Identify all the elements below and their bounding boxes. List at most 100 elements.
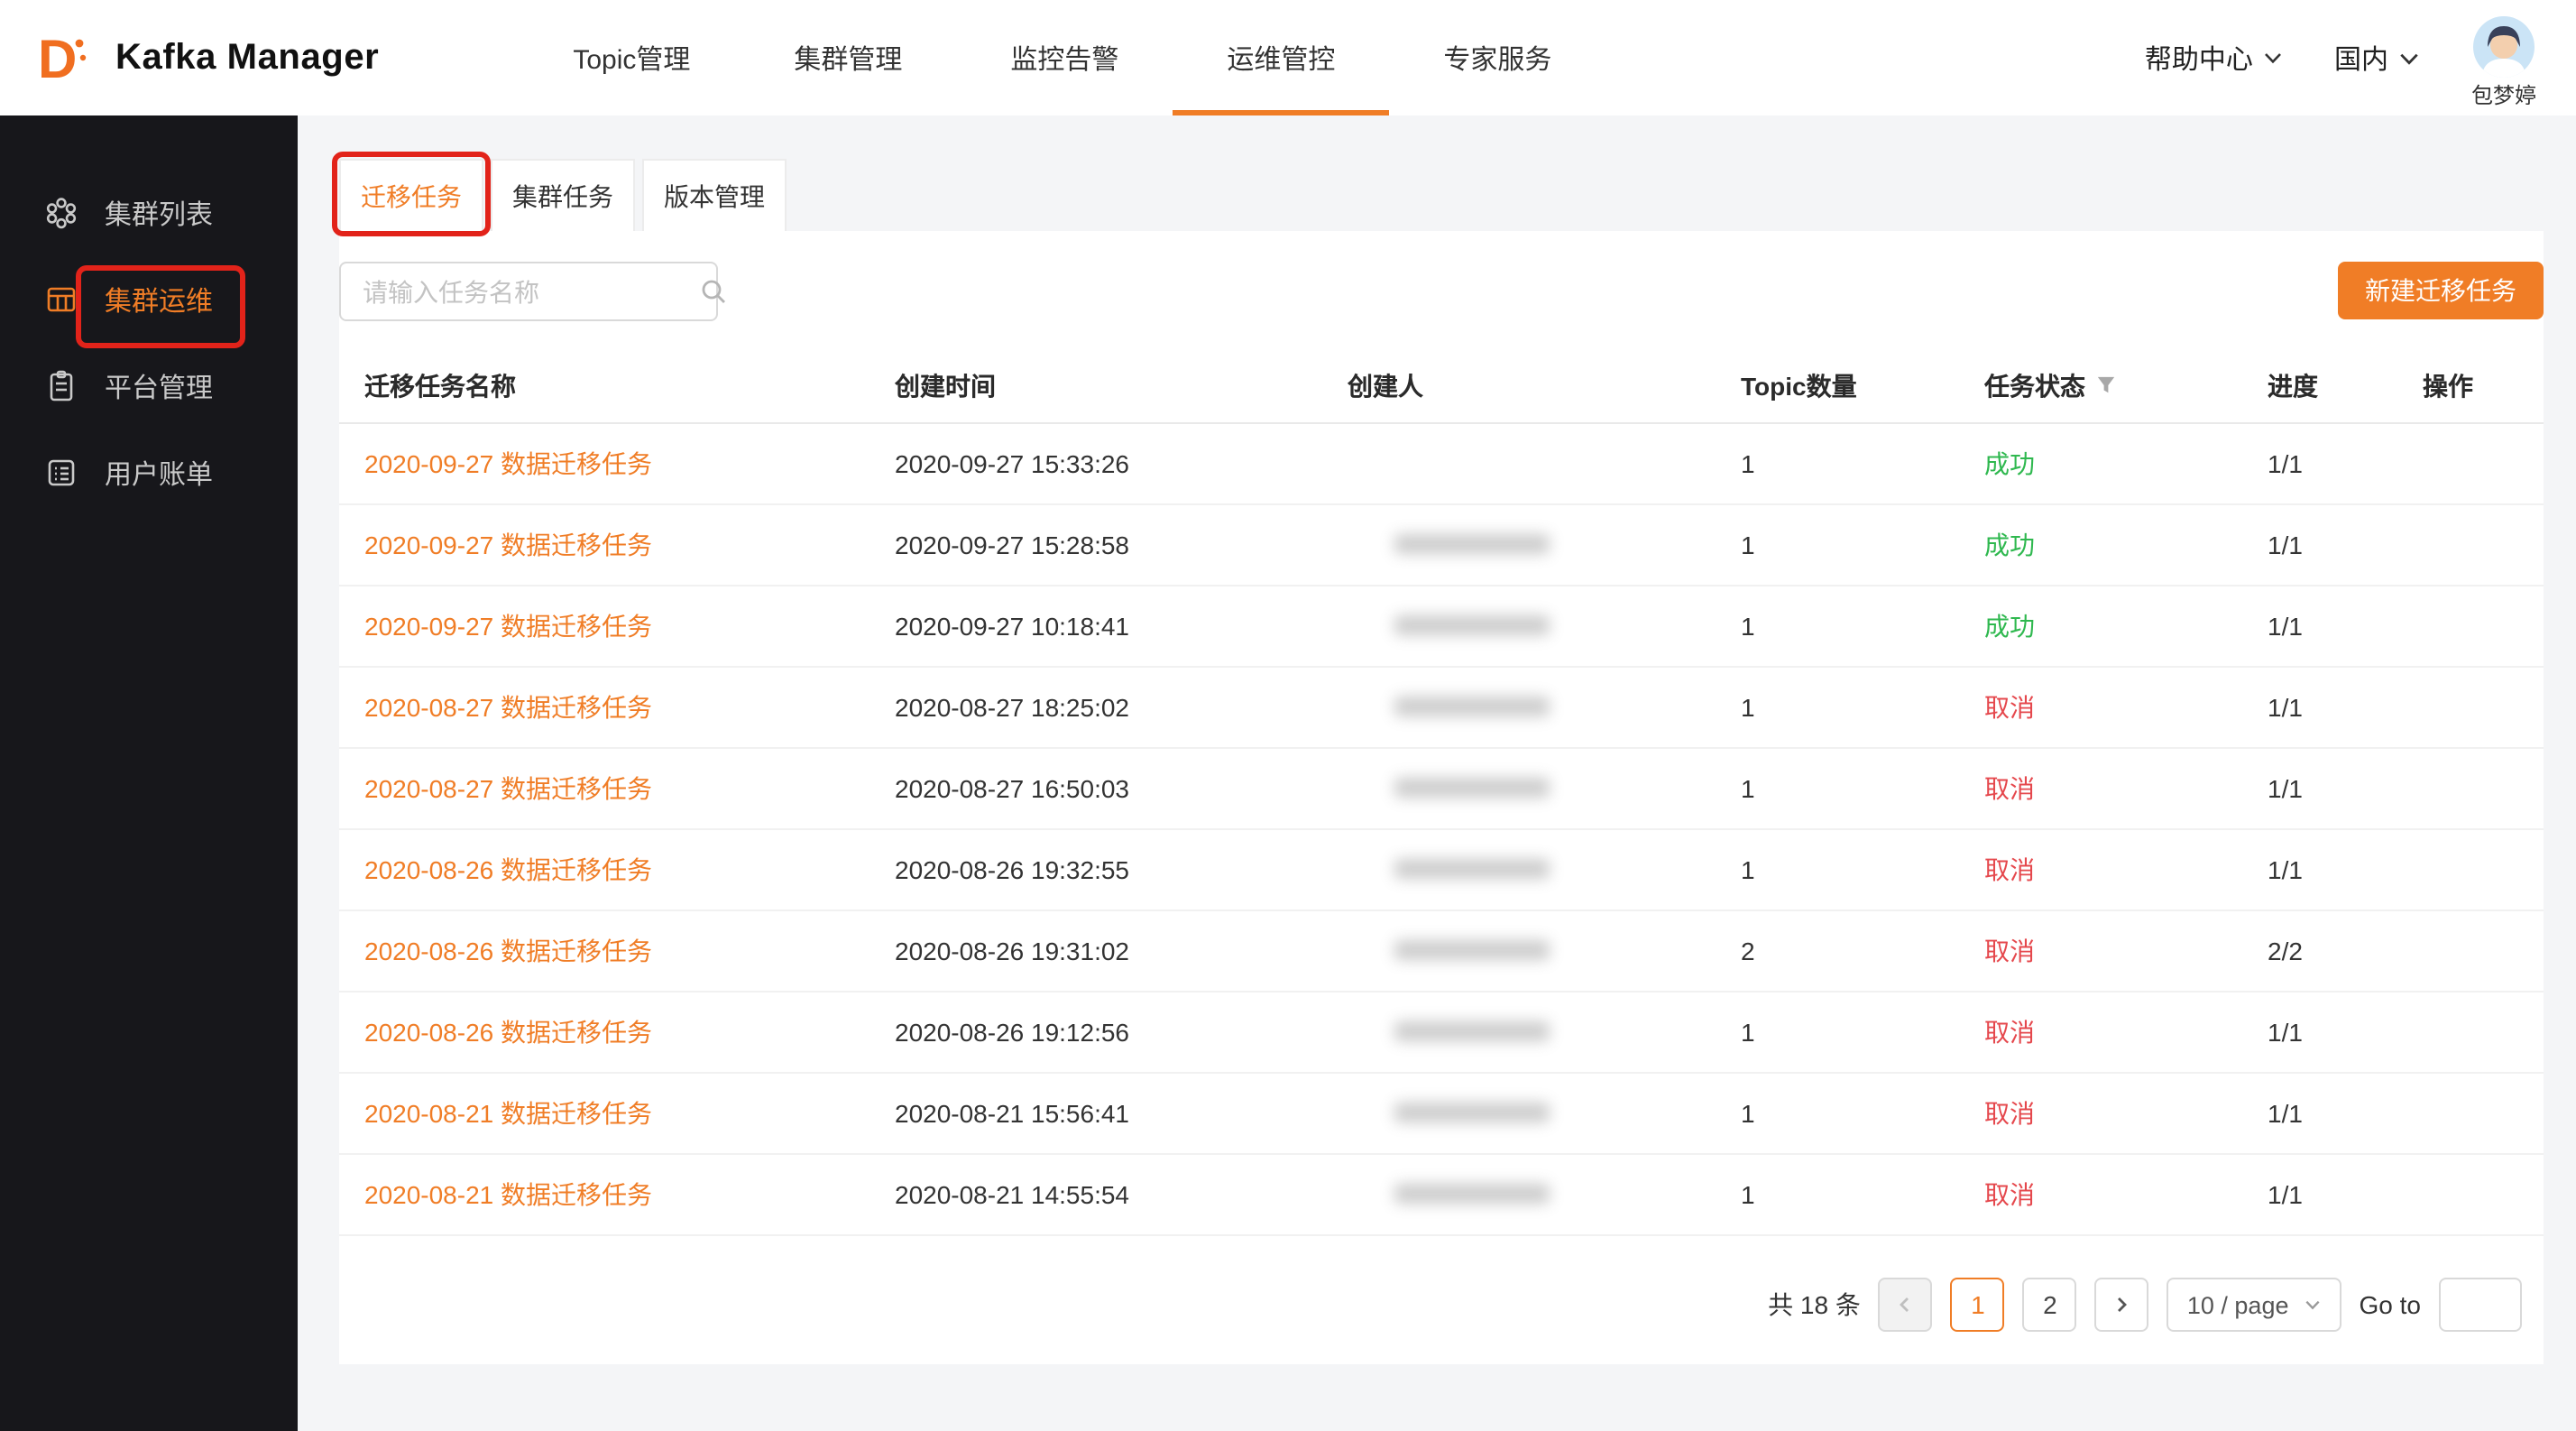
created-time: 2020-08-26 19:12:56 (895, 1018, 1348, 1047)
creator-cell (1348, 612, 1741, 641)
col-task-status-label: 任务状态 (1984, 367, 2085, 403)
task-search-input[interactable] (341, 277, 700, 306)
sidebar-item-platform-manage[interactable]: 平台管理 (0, 343, 298, 429)
task-name-link[interactable]: 2020-08-26 数据迁移任务 (364, 855, 652, 884)
topbar-right: 帮助中心 国内 (2145, 0, 2536, 115)
status-badge: 取消 (1984, 1014, 2268, 1050)
page-size-select[interactable]: 10 / page (2167, 1278, 2341, 1332)
table-row: 2020-08-27 数据迁移任务 2020-08-27 16:50:03 1 … (339, 749, 2544, 830)
sidebar-item-cluster-list[interactable]: 集群列表 (0, 170, 298, 256)
task-name-link[interactable]: 2020-08-21 数据迁移任务 (364, 1180, 652, 1209)
sidebar: 集群列表 集群运维 平台管理 (0, 115, 298, 1431)
tab-version-manage[interactable]: 版本管理 (642, 159, 787, 231)
col-topic-count: Topic数量 (1741, 367, 1984, 403)
status-badge: 取消 (1984, 1177, 2268, 1213)
avatar[interactable] (2473, 16, 2535, 78)
creator-cell (1348, 531, 1741, 559)
tab-cluster-tasks[interactable]: 集群任务 (491, 159, 635, 231)
task-name-link[interactable]: 2020-09-27 数据迁移任务 (364, 531, 652, 559)
topic-count: 2 (1741, 937, 1984, 965)
redacted-creator (1394, 697, 1550, 716)
nav-cluster-manage[interactable]: 集群管理 (740, 0, 956, 115)
status-badge: 成功 (1984, 608, 2268, 644)
task-name-link[interactable]: 2020-09-27 数据迁移任务 (364, 612, 652, 641)
topic-count: 1 (1741, 612, 1984, 641)
next-page-button[interactable] (2095, 1278, 2149, 1332)
redacted-creator (1394, 615, 1550, 635)
creator-cell (1348, 1099, 1741, 1128)
page-button-1[interactable]: 1 (1951, 1278, 2005, 1332)
nav-topic-manage[interactable]: Topic管理 (523, 0, 740, 115)
topic-count: 1 (1741, 1018, 1984, 1047)
created-time: 2020-08-27 16:50:03 (895, 774, 1348, 803)
redacted-creator (1394, 940, 1550, 960)
progress-value: 1/1 (2268, 531, 2423, 559)
created-time: 2020-08-27 18:25:02 (895, 693, 1348, 722)
table-row: 2020-08-21 数据迁移任务 2020-08-21 15:56:41 1 … (339, 1074, 2544, 1155)
svg-text:D: D (38, 29, 77, 89)
creator-cell (1348, 937, 1741, 965)
task-name-link[interactable]: 2020-08-26 数据迁移任务 (364, 1018, 652, 1047)
progress-value: 1/1 (2268, 612, 2423, 641)
create-migration-task-button[interactable]: 新建迁移任务 (2338, 262, 2544, 319)
region-dropdown[interactable]: 国内 (2334, 39, 2421, 77)
sidebar-item-user-billing[interactable]: 用户账单 (0, 429, 298, 516)
created-time: 2020-08-26 19:31:02 (895, 937, 1348, 965)
redacted-creator (1394, 534, 1550, 554)
tab-bar: 迁移任务 集群任务 版本管理 (339, 159, 787, 231)
progress-value: 2/2 (2268, 937, 2423, 965)
progress-value: 1/1 (2268, 1099, 2423, 1128)
task-name-link[interactable]: 2020-08-27 数据迁移任务 (364, 774, 652, 803)
pagination: 共 18 条 1 2 10 / page Go to (1768, 1278, 2522, 1332)
nav-expert-service[interactable]: 专家服务 (1389, 0, 1605, 115)
created-time: 2020-09-27 15:33:26 (895, 449, 1348, 478)
sidebar-item-cluster-ops[interactable]: 集群运维 (0, 256, 298, 343)
task-search-box (339, 262, 718, 321)
table-row: 2020-09-27 数据迁移任务 2020-09-27 15:33:26 1 … (339, 424, 2544, 505)
app-title: Kafka Manager (115, 37, 379, 78)
col-actions: 操作 (2423, 367, 2544, 403)
table-row: 2020-08-26 数据迁移任务 2020-08-26 19:12:56 1 … (339, 992, 2544, 1074)
table-row: 2020-09-27 数据迁移任务 2020-09-27 15:28:58 1 … (339, 505, 2544, 586)
filter-icon[interactable] (2096, 375, 2116, 395)
status-badge: 成功 (1984, 446, 2268, 482)
task-name-link[interactable]: 2020-08-26 数据迁移任务 (364, 937, 652, 965)
search-icon[interactable] (700, 278, 727, 305)
brand: D Kafka Manager (25, 22, 379, 94)
topic-count: 1 (1741, 693, 1984, 722)
progress-value: 1/1 (2268, 449, 2423, 478)
col-creator: 创建人 (1348, 367, 1741, 403)
top-nav: Topic管理 集群管理 监控告警 运维管控 专家服务 (523, 0, 1605, 115)
goto-page-input[interactable] (2439, 1278, 2522, 1332)
top-header: D Kafka Manager Topic管理 集群管理 监控告警 运维管控 专… (0, 0, 2576, 115)
nav-ops-control[interactable]: 运维管控 (1173, 0, 1389, 115)
created-time: 2020-08-26 19:32:55 (895, 855, 1348, 884)
status-badge: 取消 (1984, 852, 2268, 888)
progress-value: 1/1 (2268, 693, 2423, 722)
tab-migration-tasks[interactable]: 迁移任务 (339, 159, 483, 231)
task-name-link[interactable]: 2020-08-21 数据迁移任务 (364, 1099, 652, 1128)
status-badge: 取消 (1984, 771, 2268, 807)
table-row: 2020-08-27 数据迁移任务 2020-08-27 18:25:02 1 … (339, 668, 2544, 749)
sidebar-item-label: 用户账单 (105, 454, 213, 492)
sidebar-item-label: 集群运维 (105, 281, 213, 319)
main-content: 迁移任务 集群任务 版本管理 新建迁移任务 迁移任务名称 创建时间 创建人 (298, 115, 2576, 1431)
page-size-value: 10 / page (2187, 1291, 2289, 1318)
task-name-link[interactable]: 2020-08-27 数据迁移任务 (364, 693, 652, 722)
chevron-down-icon (2397, 46, 2421, 69)
table-row: 2020-09-27 数据迁移任务 2020-09-27 10:18:41 1 … (339, 586, 2544, 668)
cluster-list-icon (43, 195, 79, 231)
topic-count: 1 (1741, 855, 1984, 884)
prev-page-button[interactable] (1879, 1278, 1933, 1332)
content-card: 新建迁移任务 迁移任务名称 创建时间 创建人 Topic数量 任务状态 (339, 231, 2544, 1364)
progress-value: 1/1 (2268, 774, 2423, 803)
nav-monitor-alert[interactable]: 监控告警 (956, 0, 1173, 115)
chevron-down-icon (2262, 47, 2284, 69)
topic-count: 1 (1741, 1180, 1984, 1209)
progress-value: 1/1 (2268, 855, 2423, 884)
page-button-2[interactable]: 2 (2023, 1278, 2077, 1332)
user-menu[interactable]: 包梦婷 (2471, 16, 2536, 110)
username: 包梦婷 (2471, 79, 2536, 110)
help-center-dropdown[interactable]: 帮助中心 (2145, 39, 2284, 77)
task-name-link[interactable]: 2020-09-27 数据迁移任务 (364, 449, 652, 478)
